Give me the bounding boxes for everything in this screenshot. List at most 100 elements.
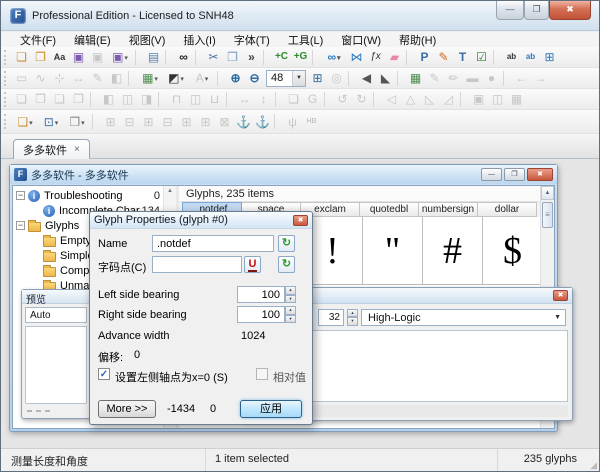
background-image-icon[interactable]: ▦ [137,69,163,87]
zoom-level-combo[interactable]: 48 ▼ [266,70,306,87]
zoom-fit-icon[interactable]: ⊞ [308,69,327,87]
toolbar-separator [135,50,142,65]
formula-icon[interactable]: ƒx [366,48,385,66]
unicode-picker-icon[interactable]: U [244,256,261,273]
insert-character-icon[interactable]: +C [272,48,291,66]
tree-expander[interactable] [31,251,40,260]
relative-checkbox[interactable] [256,368,268,380]
eraser-icon[interactable]: ▰ [385,48,404,66]
apply-button[interactable]: 应用 [240,400,302,418]
glyph-transform-icon[interactable]: T [453,48,472,66]
codepoint-input[interactable] [152,256,242,273]
minimize-button[interactable]: — [496,1,524,20]
doc-maximize-button[interactable]: ❐ [504,168,525,181]
import-image-icon[interactable]: ▦ [406,69,425,87]
tree-expander[interactable]: − [16,221,25,230]
glyph-cell-quotedbl[interactable]: " [363,217,423,285]
print-icon[interactable]: ▤ [144,48,163,66]
glyph-col-dollar[interactable]: dollar [477,202,537,217]
unlink-icon[interactable]: ⋈ [347,48,366,66]
zoom-level-value[interactable]: 48 [267,72,292,84]
glyph-cell-dollar[interactable]: $ [483,217,543,285]
spin-up-icon[interactable]: ▲ [347,309,358,318]
validate-icon[interactable]: ☑ [472,48,491,66]
maximize-button[interactable]: ❐ [524,1,549,20]
scroll-up-icon[interactable]: ▲ [541,186,554,200]
tree-expander[interactable] [31,266,40,275]
sample-close-icon[interactable]: ✖ [553,290,568,301]
toolbar-handle [4,50,10,65]
name-input[interactable]: .notdef [152,235,274,252]
save-as-icon[interactable]: ▣ [107,48,133,66]
same-width-icon: ↔ [235,90,254,108]
axis-checkbox[interactable] [98,368,110,380]
lsb-value[interactable]: 100 [237,286,285,303]
find-glyph-icon[interactable]: ab [502,48,521,66]
find-icon[interactable]: ∞ [174,48,193,66]
sample-size-input[interactable]: 32 [318,309,344,326]
tree-node-icon [43,267,56,277]
rectangle-shape-icon: ▬ [463,69,482,87]
glyph-col-quotedbl[interactable]: quotedbl [359,202,419,217]
spin-down-icon[interactable]: ▼ [285,295,296,304]
chevron-down-icon[interactable]: ▼ [554,314,561,321]
spin-up-icon[interactable]: ▲ [285,306,296,315]
preview-mode-select[interactable]: Auto [25,307,87,323]
glyph-names-icon[interactable]: ab [521,48,540,66]
weld-exclude-icon: ▦ [507,90,526,108]
copy-icon[interactable]: ❐ [223,48,242,66]
flip-horizontal-icon[interactable]: ◀ [357,69,376,87]
font-overview-icon[interactable]: Aa [50,48,69,66]
doc-minimize-button[interactable]: — [481,168,502,181]
new-window-icon[interactable]: ❏ [12,113,38,131]
sample-font-select[interactable]: High-Logic ▼ [361,309,566,326]
chevron-down-icon[interactable]: ▼ [292,71,305,86]
zoom-in-icon[interactable]: ⊕ [226,69,245,87]
tree-expander[interactable] [31,206,40,215]
tab-duoduo[interactable]: 多多软件 × [13,139,90,159]
scroll-up-icon[interactable]: ▲ [164,186,176,197]
cut-icon[interactable]: ✂ [204,48,223,66]
overflow-chevron-icon[interactable]: » [242,48,261,66]
export-glyph-icon[interactable]: ❐ [64,113,90,131]
properties-icon[interactable]: P [415,48,434,66]
open-font-icon[interactable]: ❐ [31,48,50,66]
new-font-icon[interactable]: ❏ [12,48,31,66]
show-comb-grid-icon: ⊞ [196,113,215,131]
flip-vertical-icon[interactable]: ◣ [376,69,395,87]
goto-window-icon[interactable]: ⊡ [38,113,64,131]
dialog-close-icon[interactable]: ✖ [293,215,308,226]
tree-item-troubleshooting[interactable]: − Troubleshooting 0 [13,188,163,203]
rsb-spinner[interactable]: 100 ▲▼ [237,306,296,323]
align-bottom-icon: ⊔ [205,90,224,108]
resize-grip-icon[interactable]: ◢ [590,460,597,471]
more-button[interactable]: More >> [98,400,156,418]
preview-window-icon[interactable]: ⊞ [540,48,559,66]
scrollbar-thumb[interactable]: ≡ [542,202,553,228]
tab-close-icon[interactable]: × [74,145,80,155]
spin-down-icon[interactable]: ▼ [285,315,296,324]
insert-glyph-icon[interactable]: +G [291,48,310,66]
preview-canvas [25,326,87,404]
reset-codepoint-icon[interactable]: ↻ [278,256,295,273]
measure-tool-icon: ↔ [69,69,88,87]
rsb-value[interactable]: 100 [237,306,285,323]
save-font-icon[interactable]: ▣ [69,48,88,66]
axis-checkbox-label: 设置左侧轴点为x=0 (S) [115,369,228,385]
edit-glyph-icon[interactable]: ✎ [434,48,453,66]
tree-node-icon [28,190,40,202]
glyph-col-numbersign[interactable]: numbersign [418,202,478,217]
sample-size-spinner[interactable]: ▲ ▼ [347,309,358,326]
glyph-cell-numbersign[interactable]: # [423,217,483,285]
doc-close-button[interactable]: ✖ [527,168,553,181]
spin-up-icon[interactable]: ▲ [285,286,296,295]
close-button[interactable]: ✖ [549,1,591,20]
link-icon[interactable]: ∞ [321,48,347,66]
reset-name-icon[interactable]: ↻ [278,235,295,252]
fill-mode-icon[interactable]: ◩ [163,69,189,87]
tree-expander[interactable] [31,236,40,245]
lsb-spinner[interactable]: 100 ▲▼ [237,286,296,303]
zoom-out-icon[interactable]: ⊖ [245,69,264,87]
spin-down-icon[interactable]: ▼ [347,317,358,326]
tree-expander[interactable]: − [16,191,25,200]
